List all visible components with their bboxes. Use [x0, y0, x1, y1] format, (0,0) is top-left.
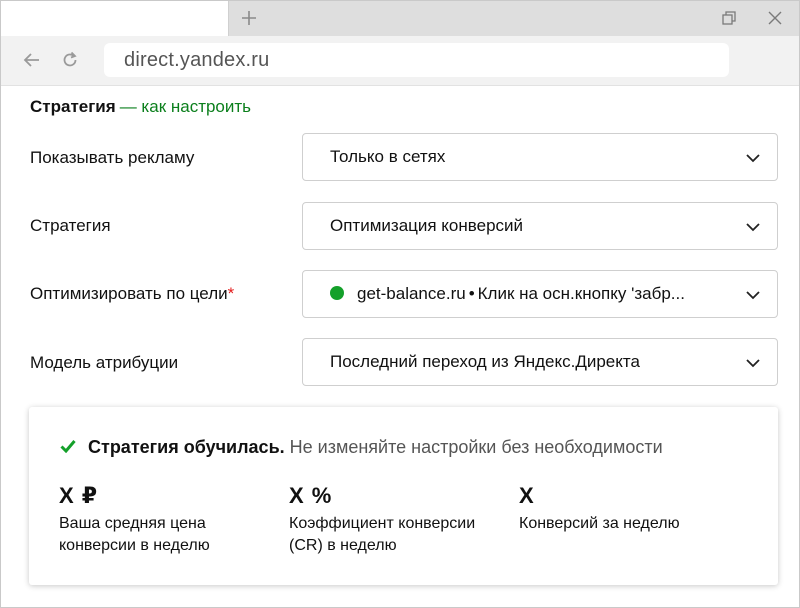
- strategy-label: Стратегия: [30, 216, 111, 235]
- strategy-status-card: Стратегия обучилась. Не изменяйте настро…: [29, 407, 778, 585]
- checkmark-icon: [60, 440, 76, 453]
- goal-label-text: Оптимизировать по цели: [30, 284, 228, 303]
- page-title: Стратегия: [30, 97, 116, 116]
- metric-conversions-count: X Конверсий за неделю: [519, 483, 729, 535]
- restore-window-button[interactable]: [717, 6, 741, 30]
- status-bold-text: Стратегия обучилась.: [88, 437, 285, 457]
- show-ads-value: Только в сетях: [330, 147, 446, 166]
- back-button[interactable]: [21, 49, 43, 71]
- title-bar: [1, 1, 799, 36]
- goal-select[interactable]: get-balance.ru • Клик на осн.кнопку 'забр.…: [302, 270, 778, 318]
- browser-tab[interactable]: [1, 1, 229, 36]
- attribution-label: Модель атрибуции: [30, 353, 179, 372]
- goal-site: get-balance.ru: [357, 284, 466, 303]
- show-ads-select[interactable]: Только в сетях: [302, 133, 778, 181]
- metric-avg-price: X ₽ Ваша средняя цена конверсии в неделю: [59, 483, 269, 557]
- goal-label: Оптимизировать по цели*: [30, 284, 234, 304]
- address-text: direct.yandex.ru: [124, 49, 270, 71]
- goal-name: Клик на осн.кнопку 'забр...: [477, 284, 685, 303]
- goal-status-dot: [330, 286, 344, 300]
- required-mark: *: [227, 284, 235, 303]
- metric-label: Коэффициент конверсии (CR) в неделю: [289, 515, 476, 554]
- title-separator: —: [119, 97, 137, 116]
- address-bar[interactable]: direct.yandex.ru: [104, 43, 729, 77]
- strategy-status-message: Стратегия обучилась. Не изменяйте настро…: [60, 437, 663, 458]
- goal-value: get-balance.ru • Клик на осн.кнопку 'забр.…: [330, 284, 730, 304]
- metric-value: X %: [289, 483, 333, 508]
- reload-icon: [63, 51, 77, 67]
- attribution-select[interactable]: Последний переход из Яндекс.Директа: [302, 338, 778, 386]
- show-ads-label: Показывать рекламу: [30, 148, 195, 167]
- close-window-button[interactable]: [763, 6, 787, 30]
- metric-label: Конверсий за неделю: [519, 515, 680, 532]
- chevron-down-icon: [746, 223, 760, 232]
- page-content: Стратегия — как настроить Показывать рекл…: [1, 87, 799, 607]
- new-tab-button[interactable]: [237, 6, 261, 30]
- reload-button[interactable]: [59, 49, 81, 71]
- status-hint-text: Не изменяйте настройки без необходимости: [289, 437, 663, 457]
- browser-window: direct.yandex.ru Стратегия — как настроит…: [0, 0, 800, 608]
- metric-label: Ваша средняя цена конверсии в неделю: [59, 515, 210, 554]
- browser-toolbar: direct.yandex.ru: [1, 36, 799, 86]
- how-to-setup-link[interactable]: как настроить: [141, 97, 251, 116]
- strategy-select[interactable]: Оптимизация конверсий: [302, 202, 778, 250]
- metric-value: X: [519, 483, 535, 508]
- section-heading: Стратегия — как настроить: [30, 97, 251, 117]
- strategy-value: Оптимизация конверсий: [330, 216, 524, 235]
- arrow-left-icon: [23, 53, 39, 67]
- close-icon: [768, 11, 782, 25]
- chevron-down-icon: [746, 359, 760, 368]
- chevron-down-icon: [746, 154, 760, 163]
- goal-separator: •: [468, 284, 475, 303]
- restore-window-icon: [722, 11, 736, 25]
- metric-value: X ₽: [59, 483, 99, 508]
- chevron-down-icon: [746, 291, 760, 300]
- metric-conversion-rate: X % Коэффициент конверсии (CR) в неделю: [289, 483, 499, 557]
- plus-icon: [242, 11, 256, 25]
- attribution-value: Последний переход из Яндекс.Директа: [330, 352, 640, 371]
